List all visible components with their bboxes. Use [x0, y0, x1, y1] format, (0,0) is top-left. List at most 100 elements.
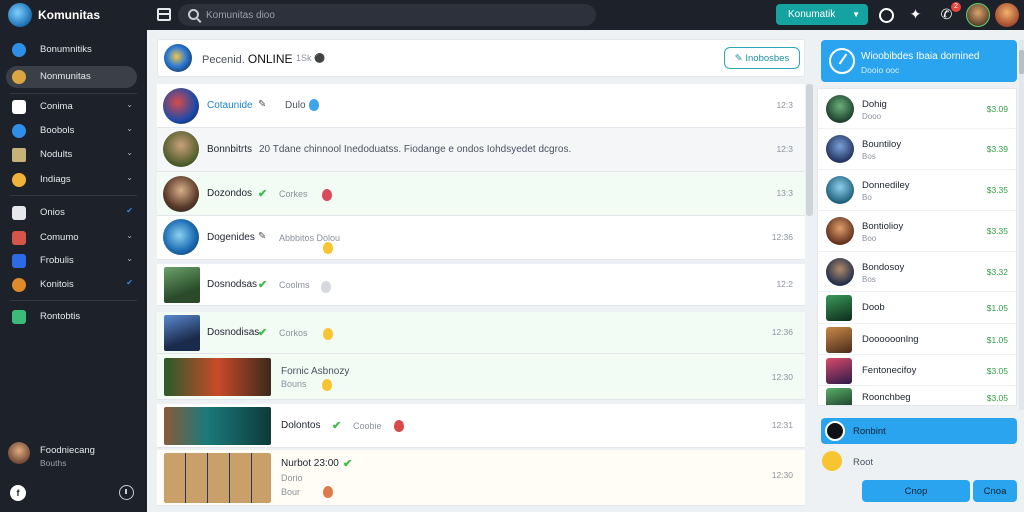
right-panel-scrollbar[interactable] — [1019, 40, 1024, 410]
member-value: $1.05 — [986, 303, 1008, 313]
profile-status: Bouths — [40, 458, 67, 468]
chevron-down-icon[interactable]: ⌄ — [126, 254, 133, 263]
community-avatar[interactable] — [164, 44, 192, 72]
sidebar-item-bonumnitiks[interactable]: Bonumnitiks — [6, 39, 137, 61]
list-item[interactable]: Bondosoy Bos $3.32 — [818, 252, 1016, 292]
avatar — [826, 327, 852, 353]
friend-avatar[interactable] — [966, 3, 990, 27]
gamepad-icon[interactable]: ✦ — [907, 6, 924, 23]
profile-name: Foodniecang — [40, 445, 95, 456]
emoji-icon — [322, 189, 332, 201]
row-text: Nurbot 23:00 — [281, 458, 339, 469]
list-item[interactable]: Bonnbitrts 20 Tdane chinnool Inedoduatss… — [157, 128, 805, 172]
sidebar-item-label: Conima — [40, 101, 73, 112]
avatar — [164, 267, 200, 303]
map-icon — [12, 310, 26, 324]
emoji-icon[interactable] — [822, 451, 842, 471]
reply-bar[interactable]: Ronbint — [821, 418, 1017, 444]
chevron-down-icon[interactable]: ⌄ — [126, 124, 133, 133]
chevron-down-icon[interactable]: ⌄ — [126, 173, 133, 182]
sidebar-item-label: Bonumnitiks — [40, 44, 92, 55]
row-time: 13:3 — [776, 188, 793, 198]
member-name: Dohig — [862, 99, 887, 110]
panel-toggle-icon[interactable] — [157, 8, 171, 21]
profile-avatar[interactable] — [8, 442, 30, 464]
list-item[interactable]: Doooooonlng $1.05 — [818, 324, 1016, 355]
member-value: $3.39 — [986, 144, 1008, 154]
sidebar-item-label: Comumo — [40, 232, 79, 243]
list-item[interactable]: Fentonecifoy $3.05 — [818, 355, 1016, 386]
member-sub: Bos — [862, 152, 876, 161]
sidebar-item-onios[interactable]: Onios ✔ — [6, 202, 137, 224]
sidebar-item-rontobtis[interactable]: Rontobtis — [6, 306, 137, 328]
list-item[interactable]: Fornic Asbnozy Bouns 12:30 — [157, 354, 805, 400]
list-item[interactable]: Roonchbeg $3.05 — [818, 386, 1016, 405]
facebook-icon[interactable]: f — [10, 485, 26, 501]
avatar — [164, 315, 200, 351]
feed-scrollbar[interactable] — [806, 84, 813, 216]
sidebar-item-frobulis[interactable]: Frobulis ⌄ — [6, 250, 137, 272]
sidebar-divider — [10, 195, 137, 196]
leaderboard-header[interactable]: Wioobibdes Ibaia dornined Dooio ooc — [821, 40, 1017, 82]
row-name: Dosnodisas — [207, 327, 260, 338]
emoji-icon — [394, 420, 404, 432]
feed-header: Pecenid. ONLINE 1Sk ⚫ ✎ Inobosbes — [157, 39, 805, 77]
avatar — [163, 88, 199, 124]
sidebar-item-indiags[interactable]: Indiags ⌄ — [6, 169, 137, 191]
notifications-icon[interactable] — [876, 6, 894, 23]
member-sub: Boo — [862, 234, 877, 243]
sidebar-item-nodults[interactable]: Nodults ⌄ — [6, 144, 137, 166]
chevron-down-icon[interactable]: ⌄ — [126, 100, 133, 109]
apps-icon — [12, 206, 26, 220]
row-text: Coobie — [353, 421, 382, 431]
row-text: 20 Tdane chinnool Inedoduatss. Fiodange … — [259, 144, 572, 155]
member-name: Roonchbeg — [862, 392, 911, 403]
list-item[interactable]: Dolontos ✔ Coobie 12:31 — [157, 404, 805, 448]
list-item[interactable]: Doob $1.05 — [818, 292, 1016, 324]
row-name: Cotaunide — [207, 100, 253, 111]
list-item[interactable]: Dogenides ✎ Abbbitos Dolou 12:36 — [157, 216, 805, 260]
row-time: 12:30 — [771, 470, 793, 480]
search-icon — [188, 9, 199, 20]
sidebar-item-konitois[interactable]: Konitois ✔ — [6, 274, 137, 296]
list-item[interactable]: Cotaunide ✎ Dulo 12:3 — [157, 84, 805, 128]
list-item[interactable]: Donnediley Bo $3.35 — [818, 170, 1016, 211]
row-time: 12:31 — [771, 420, 793, 430]
check-icon[interactable]: ✔ — [126, 206, 133, 215]
list-item[interactable]: Bontiolioy Boo $3.35 — [818, 211, 1016, 252]
check-icon[interactable]: ✔ — [126, 278, 133, 287]
list-item[interactable]: Nurbot 23:00 ✔ Dorio Bour 12:30 — [157, 450, 805, 506]
emoji-icon — [323, 242, 333, 254]
list-item[interactable]: Bountiloy Bos $3.39 — [818, 129, 1016, 170]
list-item[interactable]: Dozondos ✔ Corkes 13:3 — [157, 172, 805, 216]
member-sub: Dooo — [862, 112, 882, 121]
search-input[interactable] — [206, 7, 586, 23]
row-text: Corkos — [279, 328, 308, 338]
sidebar-item-nonmunitas[interactable]: Nonmunitas — [6, 66, 137, 88]
game-banner — [164, 407, 271, 445]
info-icon[interactable] — [119, 485, 134, 500]
verified-check-icon: ✔ — [258, 279, 268, 291]
swords-icon — [12, 148, 26, 162]
compose-button[interactable]: ✎ Inobosbes — [724, 47, 800, 69]
row-time: 12:2 — [776, 279, 793, 289]
user-avatar[interactable] — [995, 3, 1019, 27]
member-value: $3.32 — [986, 267, 1008, 277]
verified-check-icon: ✔ — [332, 420, 342, 432]
member-name: Bountiloy — [862, 139, 902, 150]
chevron-down-icon[interactable]: ⌄ — [126, 231, 133, 240]
list-item[interactable]: Dosnodsas ✔ Coolms 12:2 — [157, 264, 805, 306]
sidebar-item-conima[interactable]: Conima ⌄ — [6, 96, 137, 118]
primary-action-button[interactable]: Cnop — [862, 480, 970, 502]
sidebar-item-comumo[interactable]: Comumo ⌄ — [6, 227, 137, 249]
list-item[interactable]: Dohig Dooo $3.09 — [818, 89, 1016, 129]
row-text: Abbbitos Dolou — [279, 233, 341, 243]
list-item[interactable]: Dosnodisas ✔ Corkos 12:36 — [157, 312, 805, 354]
secondary-action-button[interactable]: Cnoa — [973, 480, 1017, 502]
sidebar-item-boobols[interactable]: Boobols ⌄ — [6, 120, 137, 142]
search-bar[interactable] — [178, 4, 596, 26]
row-subtext: Bour — [281, 487, 301, 497]
chevron-down-icon[interactable]: ⌄ — [126, 148, 133, 157]
community-select[interactable]: Konumatik ▼ — [776, 4, 868, 25]
avatar — [826, 258, 854, 286]
